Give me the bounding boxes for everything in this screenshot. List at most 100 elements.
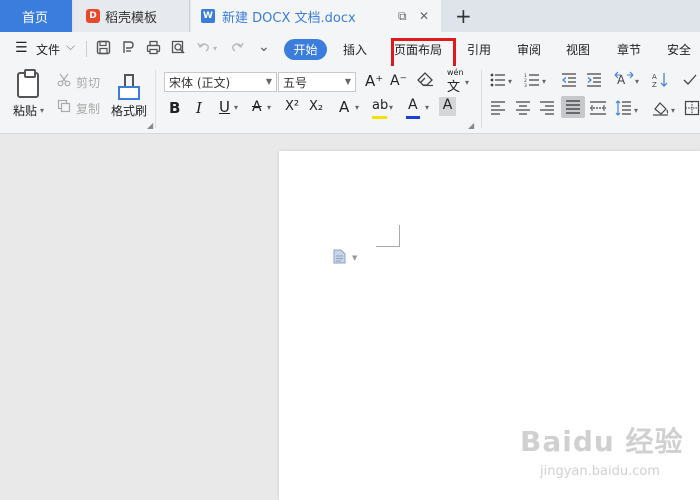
word-doc-icon: W bbox=[201, 9, 215, 23]
superscript-button[interactable]: X² bbox=[285, 99, 299, 114]
text-effect-chevron-down-icon[interactable]: ▾ bbox=[355, 103, 359, 112]
bullet-list-chevron-down-icon[interactable]: ▾ bbox=[508, 77, 512, 86]
print-icon[interactable] bbox=[146, 40, 161, 59]
shrink-font-button[interactable]: A⁻ bbox=[390, 73, 407, 89]
close-tab-icon[interactable]: ✕ bbox=[419, 9, 429, 23]
paste-chevron-down-icon[interactable]: ▾ bbox=[40, 106, 44, 115]
tab-document-label: 新建 DOCX 文档.docx bbox=[222, 10, 356, 26]
cut-button[interactable]: 剪切 bbox=[76, 74, 100, 91]
italic-button[interactable]: I bbox=[196, 99, 202, 117]
new-tab-icon[interactable]: + bbox=[455, 4, 472, 28]
font-name-select[interactable]: 宋体 (正文) ▼ bbox=[164, 72, 277, 92]
decrease-indent-icon[interactable] bbox=[561, 73, 577, 91]
align-center-icon[interactable] bbox=[515, 101, 531, 119]
text-effect-button[interactable]: A bbox=[339, 98, 349, 116]
format-painter-icon[interactable] bbox=[118, 74, 140, 100]
pinyin-chevron-down-icon[interactable]: ▾ bbox=[465, 78, 469, 87]
print-preview-icon[interactable] bbox=[171, 40, 186, 59]
borders-icon[interactable] bbox=[684, 100, 700, 120]
numbered-list-chevron-down-icon[interactable]: ▾ bbox=[542, 77, 546, 86]
svg-text:3: 3 bbox=[524, 83, 527, 87]
align-left-icon[interactable] bbox=[490, 101, 506, 119]
font-name-value: 宋体 (正文) bbox=[169, 75, 231, 90]
highlight-annotation-box bbox=[391, 38, 456, 69]
save-icon[interactable] bbox=[96, 40, 111, 59]
docer-logo-icon: D bbox=[86, 9, 100, 23]
align-right-icon[interactable] bbox=[539, 101, 555, 119]
format-painter-button[interactable]: 格式刷 bbox=[111, 102, 147, 119]
paragraph-shading-icon[interactable] bbox=[652, 100, 669, 120]
hamburger-icon[interactable]: ☰ bbox=[15, 40, 28, 56]
highlight-color-bar bbox=[372, 116, 387, 119]
menu-divider bbox=[86, 41, 87, 57]
increase-indent-icon[interactable] bbox=[586, 73, 602, 91]
tab-home[interactable]: 首页 bbox=[0, 0, 72, 32]
tab-docer-templates[interactable]: D 稻壳模板 bbox=[74, 0, 190, 32]
file-chevron-down-icon[interactable]: ⌵ bbox=[66, 39, 75, 54]
eraser-icon[interactable] bbox=[417, 72, 434, 91]
svg-text:A: A bbox=[652, 73, 657, 81]
font-color-bar bbox=[406, 116, 420, 119]
paragraph-shading-chevron-down-icon[interactable]: ▾ bbox=[671, 106, 675, 115]
char-shading-button[interactable]: A bbox=[439, 97, 456, 116]
font-name-chevron-down-icon: ▼ bbox=[265, 77, 272, 86]
font-size-value: 五号 bbox=[283, 75, 308, 90]
clipboard-expand-icon[interactable]: ◢ bbox=[147, 121, 153, 130]
underline-chevron-down-icon[interactable]: ▾ bbox=[234, 103, 238, 112]
ribbon-divider bbox=[155, 70, 156, 128]
grow-font-button[interactable]: A⁺ bbox=[365, 72, 383, 90]
paste-button[interactable]: 粘贴 bbox=[13, 102, 37, 119]
quick-access-dropdown-icon[interactable]: ⌄ bbox=[258, 39, 270, 55]
tab-docer-label: 稻壳模板 bbox=[105, 10, 158, 26]
undo-icon[interactable] bbox=[196, 40, 211, 59]
ribbon-divider bbox=[481, 70, 482, 128]
paste-icon[interactable] bbox=[17, 69, 39, 98]
line-spacing-chevron-down-icon[interactable]: ▾ bbox=[634, 106, 638, 115]
tab-references[interactable]: 引用 bbox=[467, 41, 491, 58]
bullet-list-icon[interactable] bbox=[490, 73, 506, 91]
distributed-align-icon[interactable] bbox=[589, 101, 607, 119]
sort-icon[interactable]: AZ bbox=[652, 72, 669, 92]
file-menu[interactable]: 文件 bbox=[36, 41, 60, 58]
tab-review[interactable]: 审阅 bbox=[517, 41, 541, 58]
bold-button[interactable]: B bbox=[169, 99, 180, 117]
strikethrough-chevron-down-icon[interactable]: ▾ bbox=[267, 103, 271, 112]
copy-icon bbox=[57, 99, 71, 117]
copy-button[interactable]: 复制 bbox=[76, 100, 100, 117]
tab-insert[interactable]: 插入 bbox=[343, 41, 367, 58]
page-margin-marker bbox=[376, 225, 400, 247]
scissors-icon bbox=[57, 73, 71, 91]
watermark: Baidu 经验 jingyan.baidu.com bbox=[520, 420, 695, 495]
show-hide-marks-icon[interactable] bbox=[681, 72, 697, 92]
tab-home-ribbon[interactable]: 开始 bbox=[284, 39, 327, 60]
font-color-button[interactable]: A bbox=[408, 97, 418, 113]
menu-bar: ☰ 文件 ⌵ ▾ ⌄ 开始 插入 页面布局 引用 审阅 视图 章节 安全 bbox=[0, 32, 700, 66]
subscript-button[interactable]: X₂ bbox=[309, 99, 323, 114]
numbered-list-icon[interactable]: 123 bbox=[524, 73, 540, 91]
font-color-chevron-down-icon[interactable]: ▾ bbox=[425, 103, 429, 112]
pinyin-guide-button[interactable]: 文 bbox=[447, 76, 460, 95]
paragraph-layout-icon[interactable] bbox=[333, 249, 346, 268]
strikethrough-button[interactable]: A bbox=[252, 99, 262, 115]
paragraph-layout-chevron-down-icon[interactable]: ▼ bbox=[352, 254, 357, 262]
font-size-select[interactable]: 五号 ▼ bbox=[278, 72, 356, 92]
highlight-button[interactable]: ab bbox=[372, 98, 388, 113]
line-spacing-icon[interactable] bbox=[615, 100, 632, 120]
tab-security[interactable]: 安全 bbox=[667, 41, 691, 58]
ribbon-toolbar: 粘贴 ▾ 剪切 复制 格式刷 ◢ 宋体 (正文) ▼ 五号 ▼ A⁺ A⁻ wé… bbox=[0, 66, 700, 134]
tab-view[interactable]: 视图 bbox=[566, 41, 590, 58]
undo-chevron-down-icon[interactable]: ▾ bbox=[213, 44, 217, 53]
justify-button[interactable] bbox=[561, 96, 585, 118]
title-tab-bar: 首页 D 稻壳模板 W 新建 DOCX 文档.docx ⧉ ✕ + bbox=[0, 0, 700, 32]
underline-button[interactable]: U bbox=[219, 98, 230, 116]
text-direction-icon[interactable]: A bbox=[614, 71, 634, 92]
export-icon[interactable] bbox=[121, 40, 136, 59]
font-expand-icon[interactable]: ◢ bbox=[468, 121, 474, 130]
svg-text:Z: Z bbox=[652, 81, 657, 88]
font-size-chevron-down-icon: ▼ bbox=[344, 77, 351, 86]
redo-icon[interactable] bbox=[230, 40, 245, 59]
screen-icon[interactable]: ⧉ bbox=[398, 9, 407, 24]
text-direction-chevron-down-icon[interactable]: ▾ bbox=[635, 77, 639, 86]
highlight-chevron-down-icon[interactable]: ▾ bbox=[389, 103, 393, 112]
tab-chapter[interactable]: 章节 bbox=[617, 41, 641, 58]
